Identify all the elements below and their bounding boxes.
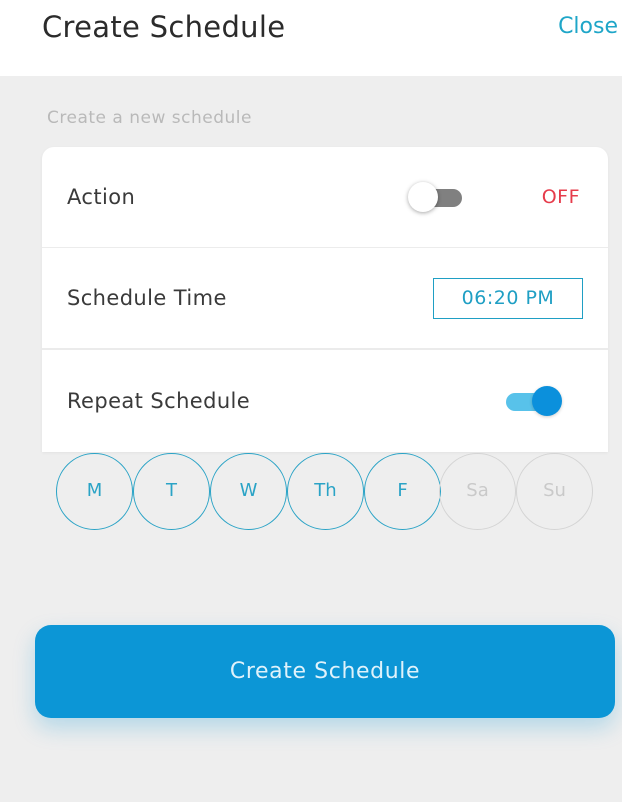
repeat-schedule-toggle[interactable]	[506, 386, 562, 416]
action-toggle[interactable]	[408, 182, 464, 212]
action-row: Action OFF	[42, 147, 608, 248]
action-label: Action	[67, 185, 136, 209]
day-saturday[interactable]: Sa	[439, 453, 516, 530]
schedule-time-label: Schedule Time	[67, 286, 227, 310]
section-subtitle: Create a new schedule	[47, 108, 252, 128]
page-title: Create Schedule	[42, 10, 286, 44]
day-monday[interactable]: M	[56, 453, 133, 530]
action-toggle-knob	[408, 182, 438, 212]
action-state-text: OFF	[541, 186, 580, 208]
day-thursday[interactable]: Th	[287, 453, 364, 530]
day-wednesday[interactable]: W	[210, 453, 287, 530]
day-tuesday[interactable]: T	[133, 453, 210, 530]
day-selector: M T W Th F Sa Su	[56, 453, 596, 530]
day-sunday[interactable]: Su	[516, 453, 593, 530]
schedule-time-field[interactable]: 06:20 PM	[433, 278, 583, 319]
day-friday[interactable]: F	[364, 453, 441, 530]
header: Create Schedule Close	[0, 0, 622, 76]
create-schedule-button[interactable]: Create Schedule	[35, 625, 615, 718]
close-button[interactable]: Close	[558, 14, 618, 39]
repeat-toggle-knob	[532, 386, 562, 416]
repeat-schedule-label: Repeat Schedule	[67, 389, 251, 413]
repeat-schedule-row: Repeat Schedule	[42, 350, 608, 452]
schedule-settings-card: Action OFF Schedule Time 06:20 PM Repeat…	[42, 147, 608, 452]
schedule-time-row: Schedule Time 06:20 PM	[42, 248, 608, 350]
